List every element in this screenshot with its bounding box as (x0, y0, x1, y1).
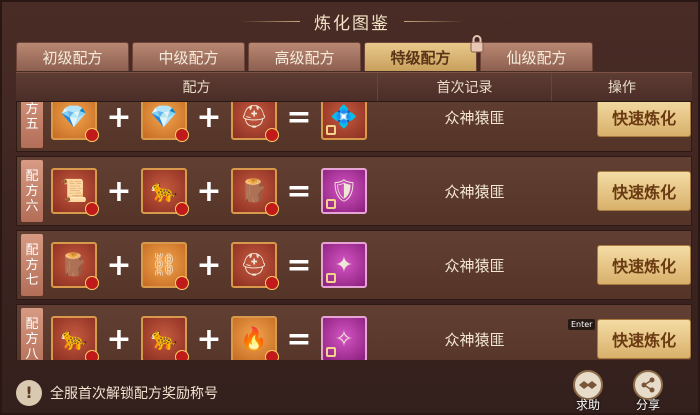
lock-icon (470, 35, 484, 53)
equals-icon: = (286, 173, 312, 209)
fire-orb-icon[interactable]: 🔥 (230, 316, 279, 360)
panel-title: 炼化图鉴 (314, 13, 390, 34)
first-record-name: 众神猿匪 (444, 182, 505, 201)
equals-icon: = (286, 247, 312, 283)
share-label: 分享 (635, 398, 660, 412)
recipe-panel: 炼化图鉴 初级配方 中级配方 高级配方 特级配方 仙级配方 配方 首次记录 操作… (0, 0, 700, 415)
iron-ore-icon[interactable]: ⛓ (140, 242, 189, 290)
iron-helmet-icon[interactable]: ⛑ (230, 102, 279, 142)
recipe-formula: 🐆 + 🐆 + 🔥 = ✧ (50, 316, 380, 360)
blue-crystal-icon[interactable]: 💠 (320, 102, 367, 140)
lock-icon (325, 347, 336, 357)
seal-badge-icon (264, 276, 279, 290)
purple-crystal-icon[interactable]: 💎 (50, 102, 99, 142)
plus-icon: + (106, 247, 132, 283)
first-record-name: 众神猿匪 (444, 330, 505, 349)
footer-hint: 全服首次解锁配方奖励称号 (50, 385, 218, 402)
seal-badge-icon (264, 128, 279, 142)
tab-immortal[interactable]: 仙级配方 (470, 35, 593, 71)
help-label: 求助 (575, 398, 600, 412)
equals-icon: = (286, 321, 312, 357)
tab-advanced[interactable]: 高级配方 (248, 42, 361, 71)
column-action: 操作 (608, 80, 636, 96)
plus-icon: + (196, 102, 222, 135)
help-button[interactable]: 求助 (568, 370, 608, 415)
plus-icon: + (106, 173, 132, 209)
equals-icon: = (286, 102, 312, 135)
table-row: 配方七 🪵 + ⛓ + ⛑ = ✦ 众神猿匪 快速炼化 (16, 230, 692, 300)
table-row: 方五 💎 + 💎 + ⛑ = 💠 众神猿匪 快速炼化 (16, 102, 692, 152)
share-button[interactable]: 分享 (628, 370, 668, 415)
recipe-formula: 📜 + 🐆 + 🪵 = 🛡 (50, 168, 380, 216)
lock-icon (325, 125, 336, 135)
recipe-number-label: 配方六 (21, 160, 43, 222)
lock-icon (325, 199, 336, 209)
tab-basic[interactable]: 初级配方 (16, 42, 129, 71)
tab-bar: 初级配方 中级配方 高级配方 特级配方 仙级配方 (16, 35, 593, 72)
plus-icon: + (106, 102, 132, 135)
exclamation-icon: ! (16, 379, 42, 406)
seal-badge-icon (84, 350, 99, 360)
tab-special[interactable]: 特级配方 (364, 42, 477, 71)
tab-intermediate[interactable]: 中级配方 (132, 42, 245, 71)
title-decoration-right (404, 20, 464, 22)
first-record-name: 众神猿匪 (444, 256, 505, 275)
recipe-number-label: 配方七 (21, 234, 43, 296)
seal-badge-icon (264, 202, 279, 216)
purple-crystal-icon[interactable]: 💎 (140, 102, 189, 142)
quick-refine-button[interactable]: 快速炼化 (597, 245, 691, 285)
plus-icon: + (196, 173, 222, 209)
seal-badge-icon (174, 202, 189, 216)
green-armor-icon[interactable]: 🛡 (320, 168, 367, 214)
leopard-fur-icon[interactable]: 🐆 (140, 168, 189, 216)
quick-refine-button[interactable]: 快速炼化 (597, 171, 691, 211)
wooden-table-icon[interactable]: 🪵 (230, 168, 279, 216)
recipe-formula: 🪵 + ⛓ + ⛑ = ✦ (50, 242, 380, 290)
column-recipe: 配方 (16, 73, 378, 101)
leopard-fur-icon[interactable]: 🐆 (140, 316, 189, 360)
quick-refine-button[interactable]: 快速炼化 (597, 319, 691, 359)
plus-icon: + (196, 247, 222, 283)
lock-icon (325, 273, 336, 283)
golden-staff-icon[interactable]: ✦ (320, 242, 367, 288)
recipe-number-label: 配方八 (21, 308, 43, 360)
seal-badge-icon (264, 350, 279, 360)
plus-icon: + (106, 321, 132, 357)
seal-badge-icon (174, 350, 189, 360)
first-record-name: 众神猿匪 (444, 108, 505, 127)
enter-tooltip: Enter (568, 319, 596, 330)
seal-badge-icon (84, 202, 99, 216)
table-row: 配方六 📜 + 🐆 + 🪵 = 🛡 众神猿匪 快速炼化 (16, 156, 692, 226)
quick-refine-button[interactable]: 快速炼化 (597, 102, 691, 137)
column-first-record: 首次记录 (378, 73, 552, 101)
seal-badge-icon (174, 128, 189, 142)
plus-icon: + (196, 321, 222, 357)
table-header: 配方 首次记录 操作 (16, 72, 692, 102)
seal-badge-icon (174, 276, 189, 290)
tab-immortal-label: 仙级配方 (506, 48, 567, 67)
cloth-scroll-icon[interactable]: 📜 (50, 168, 99, 216)
footer: ! 全服首次解锁配方奖励称号 求助 分享 (16, 370, 692, 415)
recipe-number-label: 方五 (21, 102, 43, 148)
table-row: 配方八 🐆 + 🐆 + 🔥 = ✧ 众神猿匪 快速炼化 (16, 304, 692, 360)
iron-helmet-icon[interactable]: ⛑ (230, 242, 279, 290)
leopard-fur-icon[interactable]: 🐆 (50, 316, 99, 360)
seal-badge-icon (84, 128, 99, 142)
wood-plank-icon[interactable]: 🪵 (50, 242, 99, 290)
recipe-formula: 💎 + 💎 + ⛑ = 💠 (50, 102, 380, 142)
title-decoration-left (240, 20, 300, 22)
title-bar: 炼化图鉴 (2, 2, 700, 40)
pink-feather-icon[interactable]: ✧ (320, 316, 367, 360)
seal-badge-icon (84, 276, 99, 290)
